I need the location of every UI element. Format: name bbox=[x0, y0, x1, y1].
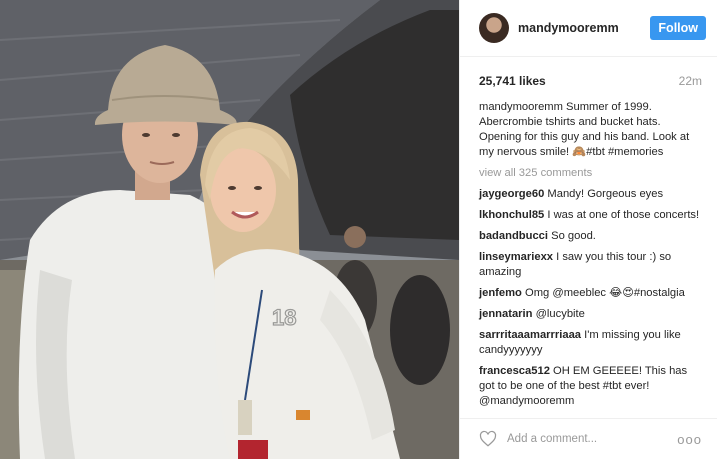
comment-item: badandbucci So good. bbox=[479, 229, 705, 244]
view-all-comments-link[interactable]: view all 325 comments bbox=[479, 166, 705, 181]
comment-username[interactable]: jennatarin bbox=[479, 308, 532, 320]
comment-username[interactable]: badandbucci bbox=[479, 230, 548, 242]
follow-button[interactable]: Follow bbox=[650, 16, 706, 40]
photo-illustration: 18 bbox=[0, 0, 459, 459]
post-header: mandymooremm Follow bbox=[460, 0, 717, 57]
comment-item: sarrritaaamarrriaaa I'm missing you like… bbox=[479, 328, 705, 358]
comment-username[interactable]: linseymariexx bbox=[479, 251, 553, 263]
caption: mandymooremm Summer of 1999. Abercrombie… bbox=[479, 100, 705, 160]
post-time[interactable]: 22m bbox=[679, 74, 702, 88]
comment-text: Mandy! Gorgeous eyes bbox=[544, 188, 664, 200]
comment-item: lkhonchul85 I was at one of those concer… bbox=[479, 208, 705, 223]
avatar[interactable] bbox=[479, 13, 509, 43]
comment-username[interactable]: lkhonchul85 bbox=[479, 209, 544, 221]
comment-username[interactable]: jenfemo bbox=[479, 287, 522, 299]
heart-icon[interactable] bbox=[479, 430, 497, 448]
comment-text: So good. bbox=[548, 230, 596, 242]
post-meta: 25,741 likes 22m bbox=[460, 57, 717, 88]
add-comment-bar: Add a comment... ooo bbox=[460, 418, 717, 459]
post-side-panel: mandymooremm Follow 25,741 likes 22m man… bbox=[459, 0, 717, 459]
comments-list: mandymooremm Summer of 1999. Abercrombie… bbox=[460, 88, 717, 418]
comment-item: jenfemo Omg @meeblec 😂😍#nostalgia bbox=[479, 286, 705, 301]
more-options-icon[interactable]: ooo bbox=[677, 432, 702, 447]
comment-text: I was at one of those concerts! bbox=[544, 209, 700, 221]
caption-username[interactable]: mandymooremm bbox=[479, 101, 563, 113]
likes-count[interactable]: 25,741 likes bbox=[479, 74, 546, 88]
comment-item: linseymariexx I saw you this tour :) so … bbox=[479, 250, 705, 280]
header-username[interactable]: mandymooremm bbox=[518, 21, 619, 35]
add-comment-input[interactable]: Add a comment... bbox=[507, 433, 677, 445]
comment-username[interactable]: jaygeorge60 bbox=[479, 188, 544, 200]
comment-username[interactable]: sarrritaaamarrriaaa bbox=[479, 329, 581, 341]
comment-item: jaygeorge60 Mandy! Gorgeous eyes bbox=[479, 187, 705, 202]
comment-text: @lucybite bbox=[532, 308, 585, 320]
comment-item: jennatarin @lucybite bbox=[479, 307, 705, 322]
shirt-number: 18 bbox=[272, 305, 296, 330]
post-photo[interactable]: 18 bbox=[0, 0, 459, 459]
instagram-post: 18 mandymooremm Follow 25,741 likes 22m … bbox=[0, 0, 717, 459]
comment-item: francesca512 OH EM GEEEEE! This has got … bbox=[479, 364, 705, 409]
comment-username[interactable]: francesca512 bbox=[479, 365, 550, 377]
comment-text: Omg @meeblec 😂😍#nostalgia bbox=[521, 287, 685, 299]
